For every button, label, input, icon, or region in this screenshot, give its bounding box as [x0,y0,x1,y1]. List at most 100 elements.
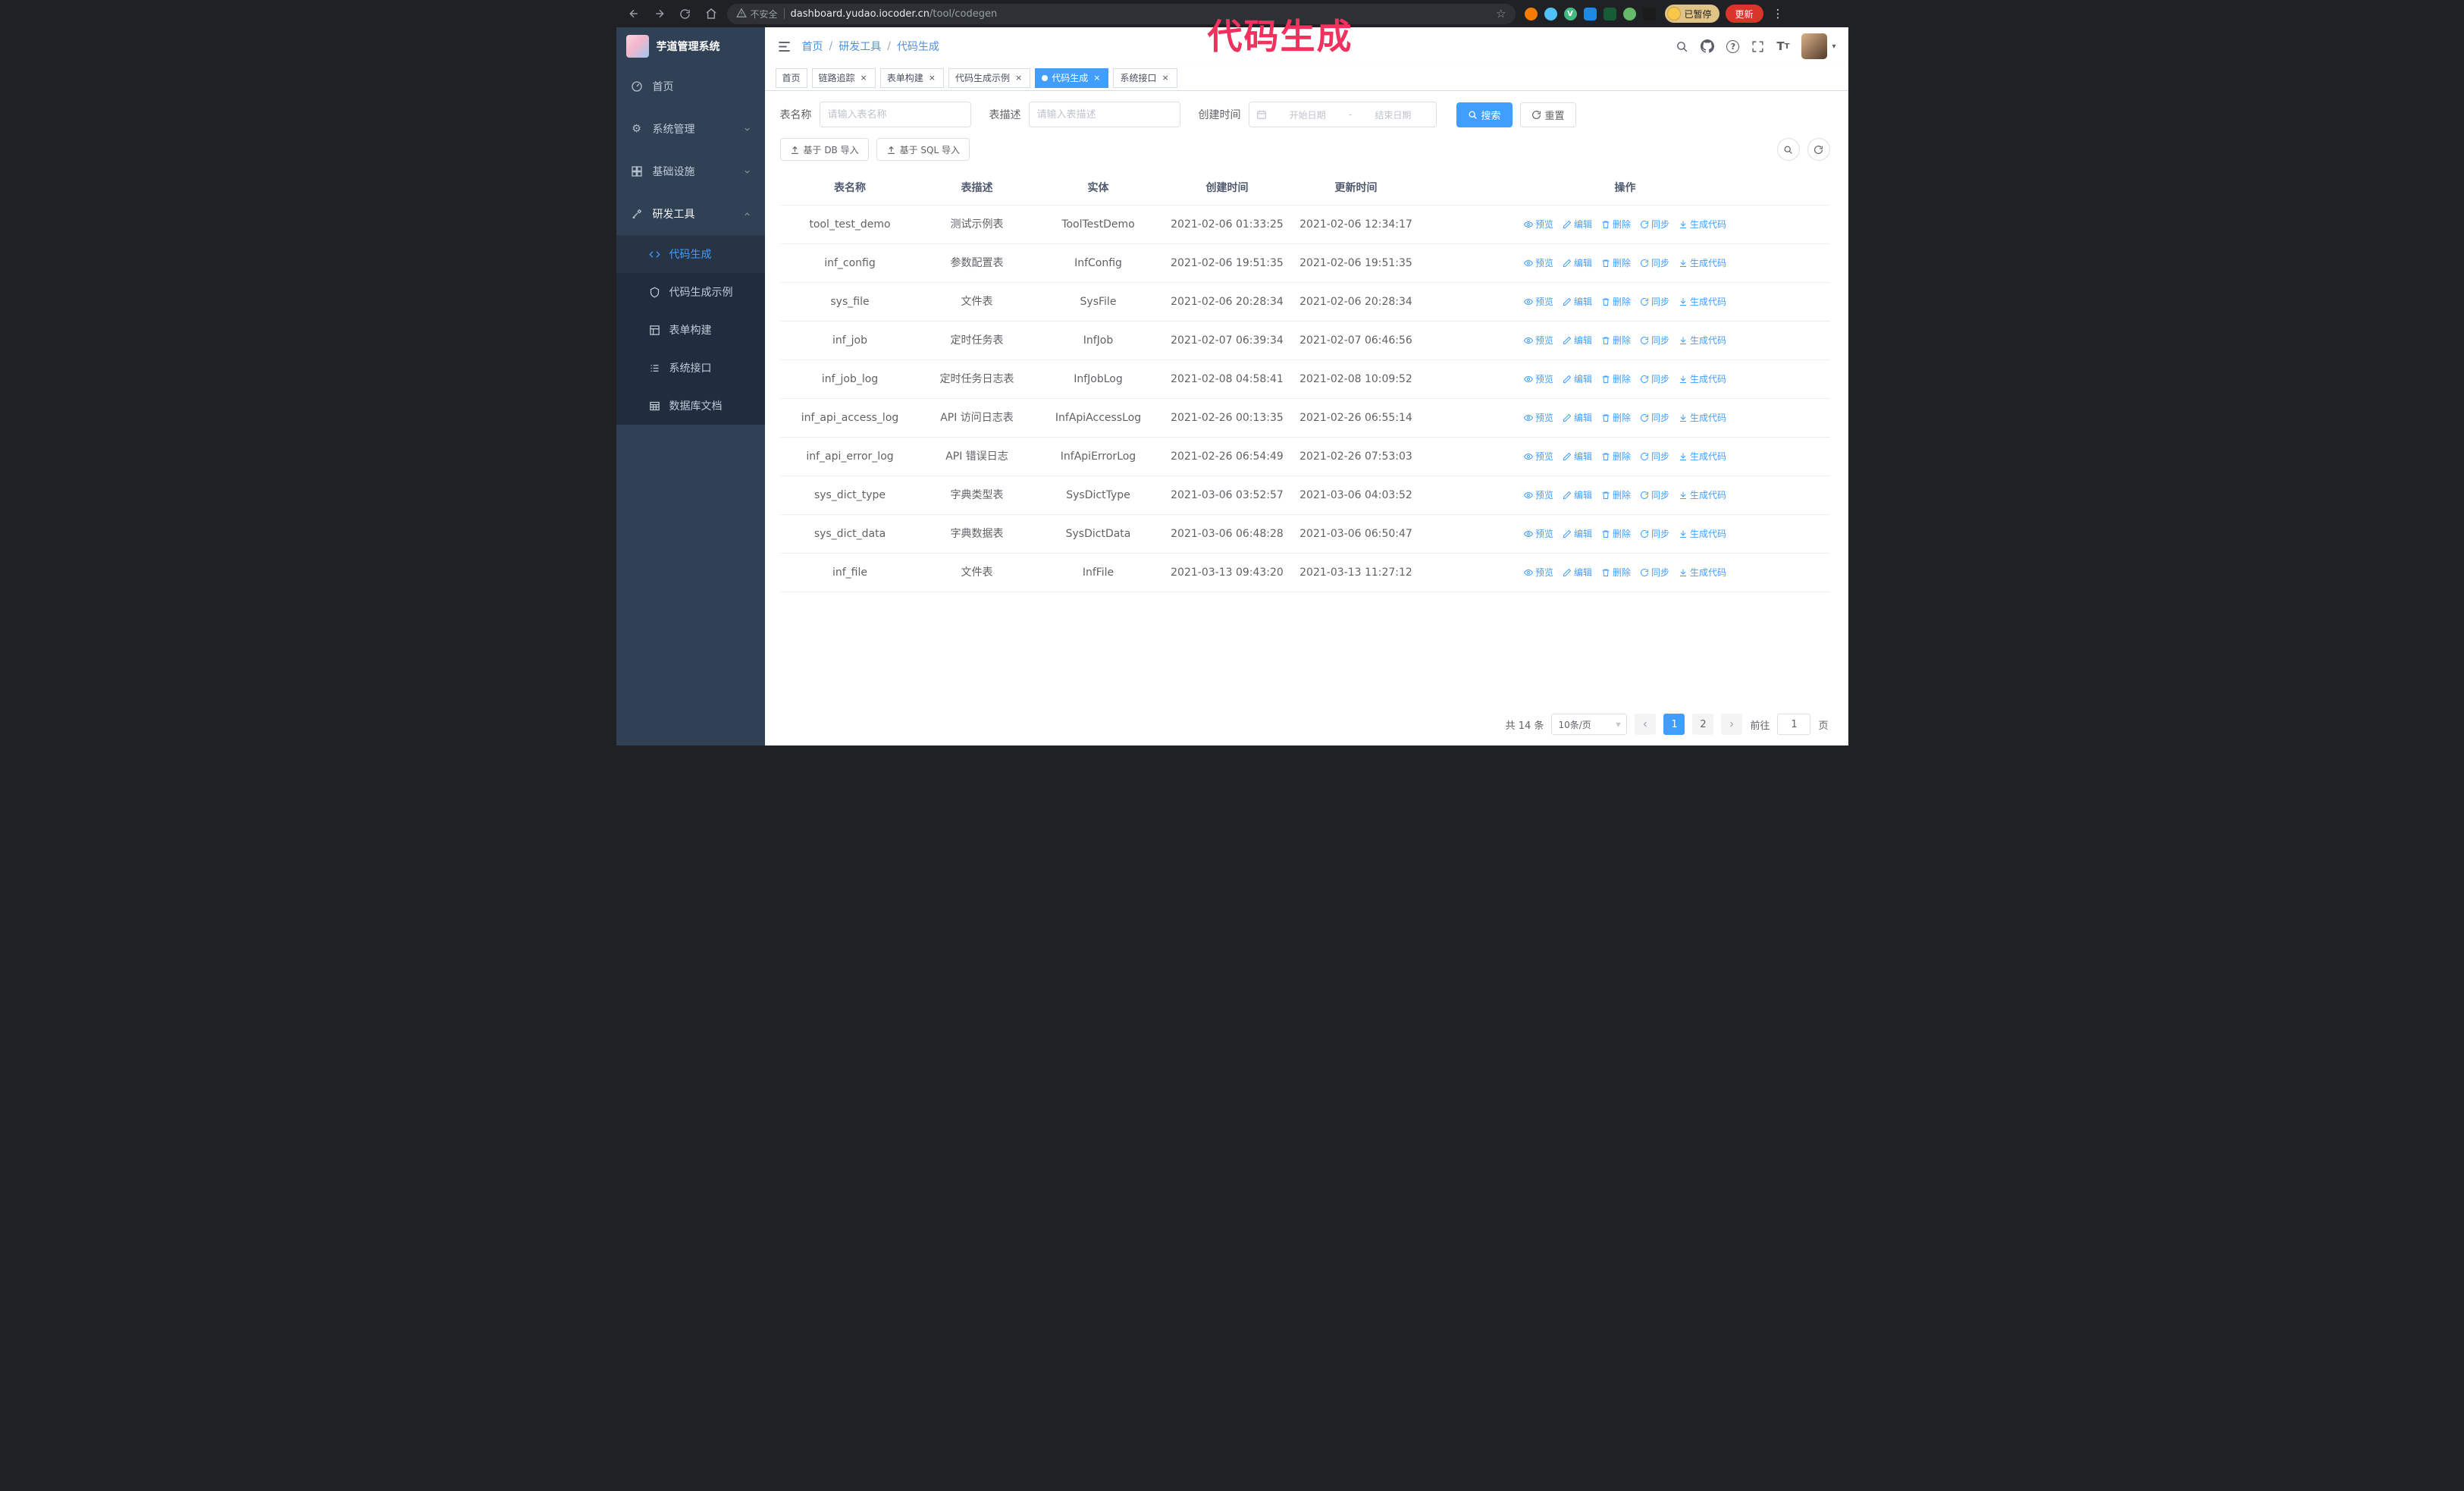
close-icon[interactable]: × [927,73,937,83]
generate-code-link[interactable]: 生成代码 [1679,565,1726,580]
sync-link[interactable]: 同步 [1640,488,1669,503]
delete-link[interactable]: 删除 [1601,410,1631,425]
edit-link[interactable]: 编辑 [1563,449,1592,464]
sync-link[interactable]: 同步 [1640,294,1669,309]
preview-link[interactable]: 预览 [1523,565,1553,580]
delete-link[interactable]: 删除 [1601,526,1631,541]
sidebar-logo[interactable]: 芋道管理系统 [616,27,765,65]
extension-icon[interactable] [1622,7,1636,20]
sidebar-item-devtools[interactable]: 研发工具 [616,193,765,235]
reload-icon[interactable] [676,4,695,24]
table-desc-input[interactable] [1028,102,1180,127]
close-icon[interactable]: × [1160,73,1170,83]
user-menu[interactable]: ▾ [1801,33,1836,59]
delete-link[interactable]: 删除 [1601,256,1631,271]
sync-link[interactable]: 同步 [1640,372,1669,387]
edit-link[interactable]: 编辑 [1563,526,1592,541]
delete-link[interactable]: 删除 [1601,449,1631,464]
sync-link[interactable]: 同步 [1640,565,1669,580]
generate-code-link[interactable]: 生成代码 [1679,294,1726,309]
sidebar-item-api[interactable]: 系统接口 [616,349,765,387]
breadcrumb-devtools[interactable]: 研发工具 [839,39,881,54]
extension-icon[interactable] [1642,7,1656,20]
sync-link[interactable]: 同步 [1640,449,1669,464]
edit-link[interactable]: 编辑 [1563,256,1592,271]
import-sql-button[interactable]: 基于 SQL 导入 [876,138,970,161]
back-icon[interactable] [624,4,644,24]
edit-link[interactable]: 编辑 [1563,410,1592,425]
edit-link[interactable]: 编辑 [1563,488,1592,503]
generate-code-link[interactable]: 生成代码 [1679,410,1726,425]
generate-code-link[interactable]: 生成代码 [1679,449,1726,464]
page-button-1[interactable]: 1 [1663,714,1685,735]
extension-icon[interactable] [1524,7,1538,20]
url-bar[interactable]: 不安全 dashboard.yudao.iocoder.cn/tool/code… [726,3,1516,24]
reset-button[interactable]: 重置 [1519,102,1576,127]
sidebar-item-home[interactable]: 首页 [616,65,765,108]
search-button[interactable]: 搜索 [1456,102,1513,127]
goto-page-input[interactable] [1777,714,1811,735]
edit-link[interactable]: 编辑 [1563,372,1592,387]
delete-link[interactable]: 删除 [1601,372,1631,387]
edit-link[interactable]: 编辑 [1563,294,1592,309]
preview-link[interactable]: 预览 [1523,256,1553,271]
help-icon[interactable]: ? [1726,39,1740,53]
tab-form-builder[interactable]: 表单构建 × [879,67,944,88]
date-range-picker[interactable]: 开始日期 - 结束日期 [1248,102,1437,127]
preview-link[interactable]: 预览 [1523,410,1553,425]
tab-api[interactable]: 系统接口 × [1113,67,1177,88]
close-icon[interactable]: × [1092,73,1102,83]
sync-link[interactable]: 同步 [1640,410,1669,425]
generate-code-link[interactable]: 生成代码 [1679,526,1726,541]
sidebar-item-infra[interactable]: 基础设施 [616,150,765,193]
preview-link[interactable]: 预览 [1523,294,1553,309]
page-button-2[interactable]: 2 [1692,714,1714,735]
next-page-button[interactable] [1721,714,1743,735]
update-button[interactable]: 更新 [1725,5,1763,23]
page-size-select[interactable]: 10条/页 ▾ [1551,714,1628,735]
preview-link[interactable]: 预览 [1523,449,1553,464]
generate-code-link[interactable]: 生成代码 [1679,488,1726,503]
generate-code-link[interactable]: 生成代码 [1679,256,1726,271]
delete-link[interactable]: 删除 [1601,217,1631,232]
tab-codegen[interactable]: 代码生成 × [1035,67,1109,88]
delete-link[interactable]: 删除 [1601,565,1631,580]
generate-code-link[interactable]: 生成代码 [1679,372,1726,387]
prev-page-button[interactable] [1635,714,1657,735]
delete-link[interactable]: 删除 [1601,333,1631,348]
extension-icon[interactable]: V [1563,7,1577,20]
extension-icon[interactable] [1544,7,1557,20]
delete-link[interactable]: 删除 [1601,294,1631,309]
extension-icon[interactable] [1603,7,1616,20]
home-icon[interactable] [701,4,721,24]
sync-link[interactable]: 同步 [1640,333,1669,348]
forward-icon[interactable] [650,4,669,24]
close-icon[interactable]: × [859,73,869,83]
breadcrumb-home[interactable]: 首页 [802,39,823,54]
sync-link[interactable]: 同步 [1640,526,1669,541]
generate-code-link[interactable]: 生成代码 [1679,217,1726,232]
security-warning[interactable]: 不安全 [735,8,778,20]
tab-codegen-example[interactable]: 代码生成示例 × [948,67,1031,88]
sync-link[interactable]: 同步 [1640,256,1669,271]
sidebar-item-form-builder[interactable]: 表单构建 [616,311,765,349]
search-icon[interactable] [1676,40,1688,53]
preview-link[interactable]: 预览 [1523,372,1553,387]
edit-link[interactable]: 编辑 [1563,217,1592,232]
generate-code-link[interactable]: 生成代码 [1679,333,1726,348]
bookmark-star-icon[interactable]: ☆ [1496,7,1506,20]
preview-link[interactable]: 预览 [1523,526,1553,541]
edit-link[interactable]: 编辑 [1563,565,1592,580]
profile-paused-badge[interactable]: 已暂停 [1664,5,1719,23]
font-size-icon[interactable]: TT [1776,39,1789,53]
extension-icon[interactable] [1583,7,1597,20]
hamburger-icon[interactable] [777,39,792,54]
toggle-search-button[interactable] [1776,138,1800,161]
import-db-button[interactable]: 基于 DB 导入 [779,138,869,161]
sidebar-item-system[interactable]: ⚙ 系统管理 [616,108,765,150]
tab-tracing[interactable]: 链路追踪 × [811,67,876,88]
preview-link[interactable]: 预览 [1523,217,1553,232]
sidebar-item-codegen-example[interactable]: 代码生成示例 [616,273,765,311]
tab-home[interactable]: 首页 [775,67,807,88]
close-icon[interactable]: × [1014,73,1024,83]
